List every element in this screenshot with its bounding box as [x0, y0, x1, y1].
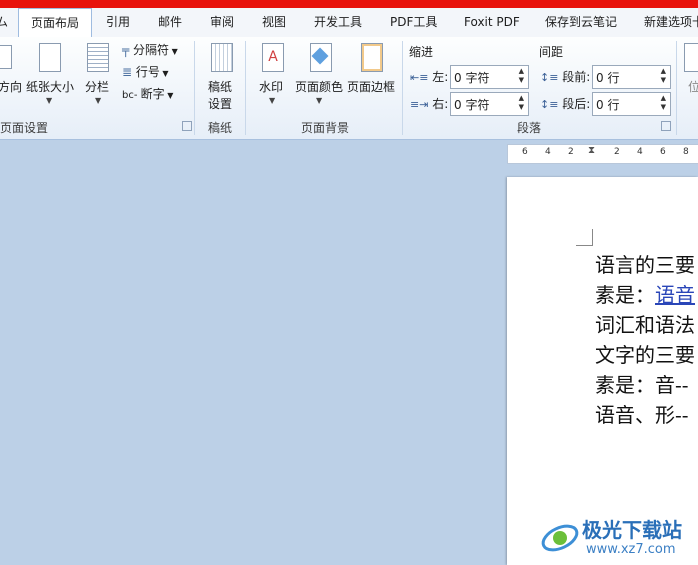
- hyphenation-button[interactable]: bc‑ 断字 ▼: [122, 85, 173, 105]
- spacing-title: 间距: [539, 45, 564, 59]
- hyphenation-icon: bc‑: [122, 90, 141, 101]
- orientation-button[interactable]: 方向: [0, 78, 22, 95]
- indent-left-spinner[interactable]: 0 字符 ▲ ▼: [450, 65, 529, 89]
- tab-pdf-tools[interactable]: PDF工具: [390, 8, 437, 37]
- document-text-line[interactable]: 语言的三要: [595, 249, 695, 278]
- spacing-before-label: ↕≡ 段前:: [540, 70, 591, 84]
- draft-paper-button-line1[interactable]: 稿纸: [208, 78, 232, 95]
- line-numbers-icon: ≣: [122, 65, 136, 79]
- watermark-icon: A: [262, 43, 284, 72]
- breaks-icon: ╤: [122, 43, 134, 57]
- tab-new-tab[interactable]: 新建选项卡: [644, 8, 698, 37]
- paragraph-dialog-launcher-icon[interactable]: [661, 121, 671, 131]
- columns-icon: [87, 43, 109, 72]
- watermark-title: 极光下载站: [582, 518, 682, 542]
- spacing-before-icon: ↕≡: [540, 71, 559, 84]
- tab-mailings[interactable]: 邮件: [158, 8, 182, 37]
- document-text-line[interactable]: 语音、形--: [595, 399, 689, 428]
- title-bar-strip: [0, 0, 698, 8]
- document-text-line[interactable]: 素是：音--: [595, 369, 689, 398]
- paper-size-dropdown-icon[interactable]: ▼: [46, 96, 52, 105]
- position-button-partial[interactable]: 位: [688, 78, 698, 95]
- tab-view[interactable]: 视图: [262, 8, 286, 37]
- ruler-tick: 6: [522, 147, 528, 157]
- spacing-before-spinner[interactable]: 0 行 ▲ ▼: [592, 65, 671, 89]
- watermark-dropdown-icon[interactable]: ▼: [269, 96, 275, 105]
- breaks-button[interactable]: ╤ 分隔符 ▼: [122, 41, 178, 61]
- orientation-icon: [0, 45, 12, 69]
- ruler-tick: 8: [683, 147, 689, 157]
- margin-corner-mark: [576, 229, 593, 246]
- spinner-arrows-icon[interactable]: ▲ ▼: [661, 67, 666, 85]
- ruler-tick: 2: [614, 147, 620, 157]
- watermark-url: www.xz7.com: [586, 542, 676, 557]
- document-hyperlink[interactable]: 语音: [655, 283, 695, 307]
- page-setup-group-label: 页面设置: [0, 121, 49, 135]
- indent-left-icon: ⇤≡: [410, 71, 429, 84]
- draft-paper-button-line2[interactable]: 设置: [208, 95, 232, 112]
- page-color-button[interactable]: 页面颜色: [295, 78, 343, 95]
- page-setup-dialog-launcher-icon[interactable]: [182, 121, 192, 131]
- spacing-after-icon: ↕≡: [540, 98, 559, 111]
- tab-references[interactable]: 引用: [106, 8, 130, 37]
- tab-save-to-cloud-notes[interactable]: 保存到云笔记: [545, 8, 617, 37]
- indent-right-icon: ≡⇥: [410, 98, 429, 111]
- group-separator: [402, 41, 403, 135]
- page-borders-button[interactable]: 页面边框: [347, 78, 395, 95]
- ruler-tick: 4: [637, 147, 643, 157]
- ruler-tick: 6: [660, 147, 666, 157]
- page-color-dropdown-icon[interactable]: ▼: [316, 96, 322, 105]
- spacing-after-label: ↕≡ 段后:: [540, 97, 591, 111]
- tab-foxit-pdf[interactable]: Foxit PDF: [464, 8, 520, 37]
- group-separator: [676, 41, 677, 135]
- paragraph-group-label: 段落: [517, 121, 542, 135]
- indent-marker-icon[interactable]: ⧗: [588, 145, 595, 156]
- page-background-group-label: 页面背景: [301, 121, 350, 135]
- page-borders-icon: [361, 43, 383, 72]
- indent-title: 缩进: [409, 45, 434, 59]
- draft-paper-icon: [211, 43, 233, 72]
- tab-review[interactable]: 审阅: [210, 8, 234, 37]
- horizontal-ruler[interactable]: 6 4 2 ⧗ 2 4 6 8: [507, 144, 698, 164]
- page-color-icon: [310, 43, 332, 72]
- columns-dropdown-icon[interactable]: ▼: [95, 96, 101, 105]
- spinner-arrows-icon[interactable]: ▲ ▼: [661, 94, 666, 112]
- document-text-line[interactable]: 文字的三要: [595, 339, 695, 368]
- position-icon: [684, 43, 698, 72]
- watermark-logo-icon: [541, 524, 579, 552]
- tab-developer[interactable]: 开发工具: [314, 8, 362, 37]
- line-numbers-button[interactable]: ≣ 行号 ▼: [122, 63, 169, 83]
- indent-left-label: ⇤≡ 左:: [410, 70, 449, 84]
- spacing-after-spinner[interactable]: 0 行 ▲ ▼: [592, 92, 671, 116]
- document-text-line[interactable]: 素是：语音: [595, 279, 695, 308]
- spinner-arrows-icon[interactable]: ▲ ▼: [519, 67, 524, 85]
- site-watermark: 极光下载站 www.xz7.com: [538, 512, 698, 562]
- watermark-button[interactable]: 水印: [259, 78, 283, 95]
- ruler-tick: 2: [568, 147, 574, 157]
- group-separator: [194, 41, 195, 135]
- ruler-tick: 4: [545, 147, 551, 157]
- draft-paper-group-label: 稿纸: [208, 121, 233, 135]
- columns-button[interactable]: 分栏: [85, 78, 109, 95]
- paper-size-button[interactable]: 纸张大小: [26, 78, 74, 95]
- indent-right-spinner[interactable]: 0 字符 ▲ ▼: [450, 92, 529, 116]
- group-separator: [245, 41, 246, 135]
- indent-right-label: ≡⇥ 右:: [410, 97, 449, 111]
- spinner-arrows-icon[interactable]: ▲ ▼: [519, 94, 524, 112]
- ribbon: 方向 纸张大小 ▼ 分栏 ▼ ╤ 分隔符 ▼ ≣ 行号 ▼ bc‑ 断字 ▼ 页…: [0, 37, 698, 140]
- paper-size-icon: [39, 43, 61, 72]
- tab-partial-left[interactable]: ム: [0, 8, 10, 37]
- ribbon-tab-row: ム 页面布局 引用 邮件 审阅 视图 开发工具 PDF工具 Foxit PDF …: [0, 8, 698, 38]
- tab-page-layout[interactable]: 页面布局: [18, 8, 92, 38]
- document-text-line[interactable]: 词汇和语法: [595, 309, 695, 338]
